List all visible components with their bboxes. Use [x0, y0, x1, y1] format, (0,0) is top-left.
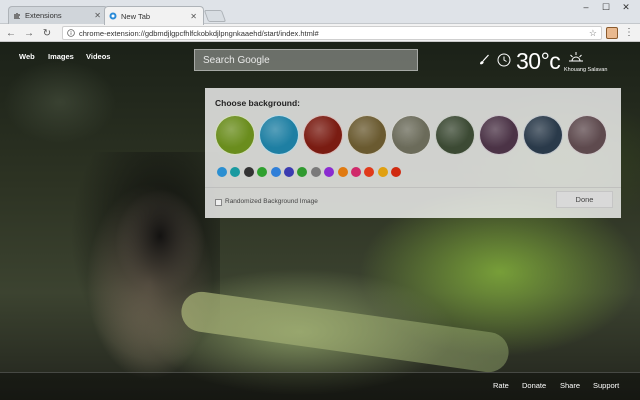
- footer-link-rate[interactable]: Rate: [493, 381, 509, 390]
- new-tab-button[interactable]: [203, 10, 227, 22]
- tab-extensions[interactable]: Extensions ✕: [8, 6, 108, 24]
- reload-icon[interactable]: ↻: [40, 26, 54, 40]
- color-swatch[interactable]: [284, 167, 294, 177]
- background-thumbnails: [215, 115, 615, 155]
- background-thumbnail[interactable]: [259, 115, 299, 155]
- close-tab-icon[interactable]: ✕: [94, 11, 101, 20]
- color-swatch[interactable]: [217, 167, 227, 177]
- randomized-background-label: Randomized Background Image: [225, 198, 318, 205]
- browser-menu-icon[interactable]: ⋮: [624, 27, 634, 39]
- footer-link-support[interactable]: Support: [593, 381, 619, 390]
- sun-icon: [569, 52, 583, 62]
- background-thumbnail[interactable]: [303, 115, 343, 155]
- background-thumbnail[interactable]: [435, 115, 475, 155]
- tab-strip: Extensions ✕ New Tab ✕ – ☐ ✕: [0, 0, 640, 25]
- divider: [205, 187, 621, 188]
- background-thumbnail[interactable]: [215, 115, 255, 155]
- maximize-icon[interactable]: ☐: [596, 0, 616, 14]
- background-thumbnail[interactable]: [479, 115, 519, 155]
- weather-location: Khouang Salavan: [564, 67, 608, 73]
- brush-icon[interactable]: [478, 54, 490, 66]
- footer-bar: Rate Donate Share Support: [0, 372, 640, 400]
- footer-link-share[interactable]: Share: [560, 381, 580, 390]
- bookmark-star-icon[interactable]: ☆: [589, 28, 597, 39]
- color-swatch[interactable]: [324, 167, 335, 177]
- background-thumbnail[interactable]: [391, 115, 431, 155]
- color-swatch[interactable]: [230, 167, 241, 177]
- newtab-page-icon: [109, 12, 117, 20]
- info-icon[interactable]: [67, 29, 75, 37]
- temperature: 30°c: [516, 48, 561, 74]
- color-swatch[interactable]: [270, 167, 281, 177]
- color-swatch[interactable]: [391, 167, 402, 177]
- url-text: chrome-extension://gdbmdjlgpcfhlfckobkdj…: [79, 28, 319, 38]
- minimize-icon[interactable]: –: [576, 0, 596, 14]
- clock-icon[interactable]: [497, 53, 511, 67]
- panel-title: Choose background:: [215, 98, 301, 108]
- randomized-background-checkbox[interactable]: [215, 199, 222, 206]
- address-bar[interactable]: chrome-extension://gdbmdjlgpcfhlfckobkdj…: [62, 26, 602, 40]
- color-swatch[interactable]: [243, 167, 254, 177]
- color-swatch[interactable]: [310, 167, 321, 177]
- color-swatch[interactable]: [257, 167, 268, 177]
- extension-avatar-icon[interactable]: [606, 27, 618, 39]
- background-image-detail: [178, 289, 512, 375]
- close-window-icon[interactable]: ✕: [616, 0, 636, 14]
- background-thumbnail[interactable]: [347, 115, 387, 155]
- nav-link-videos[interactable]: Videos: [86, 52, 110, 61]
- background-chooser-panel: Choose background: Randomized Background…: [205, 88, 621, 218]
- tab-title: Extensions: [25, 11, 62, 20]
- tab-new-tab[interactable]: New Tab ✕: [104, 6, 204, 25]
- color-swatch[interactable]: [351, 167, 361, 177]
- close-tab-icon[interactable]: ✕: [190, 12, 197, 21]
- browser-toolbar: ← → ↻ chrome-extension://gdbmdjlgpcfhlfc…: [0, 24, 640, 42]
- forward-icon[interactable]: →: [22, 26, 36, 40]
- nav-link-images[interactable]: Images: [48, 52, 74, 61]
- puzzle-icon: [14, 12, 20, 19]
- search-box: [194, 49, 418, 71]
- color-swatch[interactable]: [364, 167, 375, 177]
- search-input[interactable]: [201, 53, 411, 67]
- color-swatch[interactable]: [337, 167, 348, 177]
- footer-link-donate[interactable]: Donate: [522, 381, 546, 390]
- background-thumbnail[interactable]: [567, 115, 607, 155]
- new-tab-page: Web Images Videos 30°c Khouang Salavan C…: [0, 42, 640, 400]
- tab-title: New Tab: [121, 11, 151, 21]
- color-swatch[interactable]: [297, 167, 308, 177]
- background-thumbnail[interactable]: [523, 115, 563, 155]
- back-icon[interactable]: ←: [4, 26, 18, 40]
- done-button[interactable]: Done: [556, 191, 613, 208]
- nav-link-web[interactable]: Web: [19, 52, 35, 61]
- color-swatch[interactable]: [377, 167, 388, 177]
